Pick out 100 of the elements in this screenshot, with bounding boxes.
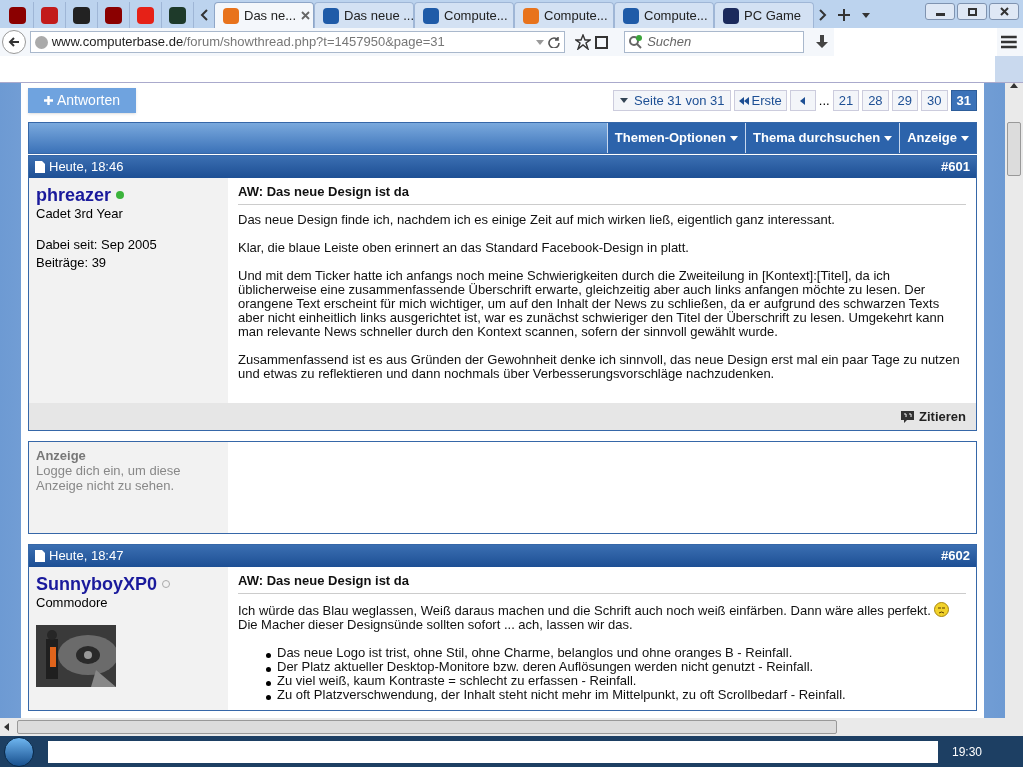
list-item-text: Der Platz aktueller Desktop-Monitore bzw. deren Auflösungen werden nicht genutzt - Reinfall. [277,660,814,674]
minimize-icon[interactable] [925,3,955,20]
page-button[interactable]: 21 [832,90,860,111]
post-paragraph: Ich würde das Blau weglassen, Weiß daraus machen und die Schrift auch noch weiß einfärben. Dann wäre alles perfekt. Die Macher dieser Designsünde sollten sofort ... ach, lassen wir das. [238,602,966,632]
reload-icon[interactable] [548,36,561,48]
browser-tab[interactable]: PC Game [714,2,814,28]
browser-tab[interactable]: Das ne... [214,2,314,28]
quote-button[interactable]: Zitieren [901,406,966,427]
browser-tab[interactable]: Compute... [514,2,614,28]
favicon-icon [223,7,239,24]
favicon-icon [323,7,339,24]
left-icon [800,96,806,105]
favicon-icon [9,6,26,24]
page-button[interactable]: 31 [950,90,977,111]
close-tab-icon[interactable] [301,11,311,20]
favicon-icon [105,6,122,24]
username-link[interactable]: phreazer [36,184,112,206]
thread-menu[interactable]: Anzeige [899,123,976,153]
favicon-icon [41,6,58,24]
smiley-icon [934,602,950,617]
favicon-icon [623,7,639,24]
user-rank: Cadet 3rd Year [36,206,124,222]
first-page-button[interactable]: Erste [734,90,787,111]
ad-notice: Logge dich ein, um diese Anzeige nicht zu sehen. [36,463,182,493]
bullet-icon [266,667,271,672]
scroll-right-icon[interactable] [819,9,827,21]
post-title: AW: Das neue Design ist da [238,185,966,205]
list-item-text: Zu viel weiß, kaum Kontraste = schlecht zu erfassen - Reinfall. [277,674,637,688]
favicon-icon [523,7,539,24]
search-input[interactable]: Suchen [647,32,800,52]
favicon-icon [137,6,154,24]
post-date: Heute, 18:47 [49,547,124,566]
menu-icon[interactable] [1001,35,1017,49]
thread-menu[interactable]: Themen-Optionen [606,123,745,153]
user-rank: Commodore [36,595,109,611]
caret-icon [961,135,969,141]
page-ellipsis: ... [818,91,830,110]
favicon-icon [73,6,90,24]
caret-icon [730,135,738,141]
browser-tab[interactable]: Compute... [414,2,514,28]
post-date: Heute, 18:46 [49,158,124,177]
browser-tab[interactable]: Das neue ... [314,2,414,28]
post-paragraph: Das neue Design finde ich, nachdem ich es einige Zeit auf mich wirken ließ, eigentlich ganz interessant. [238,213,836,227]
page-info-dropdown[interactable]: Seite 31 von 31 [613,90,732,111]
caret-icon [536,39,545,45]
reading-list-icon[interactable] [595,35,609,49]
plus-icon [44,96,53,105]
favicon-icon [723,7,739,24]
thread-menu[interactable]: Thema durchsuchen [745,123,900,153]
back-icon [7,36,20,48]
back-button[interactable] [2,30,26,54]
username-link[interactable]: SunnyboyXP0 [36,573,158,595]
bullet-icon [266,681,271,686]
post-title: AW: Das neue Design ist da [238,574,966,594]
bullet-icon [266,653,271,658]
close-icon[interactable] [989,3,1019,20]
post-paragraph: Zusammenfassend ist es aus Gründen der Gewohnheit denke ich sinnvoll, das neue Design erst mal ein paar Tage zu nutzen und etwas zu reflektieren und dann nochmals über Verbesserungsvorschläge nachzudenken. [238,353,961,381]
maximize-icon[interactable] [957,3,987,20]
document-icon [35,161,45,173]
post-paragraph: Klar, die blaue Leiste oben erinnert an das Standard Facebook-Design in platt. [238,241,690,255]
bookmark-star-icon[interactable] [575,34,592,50]
scrollbar-thumb[interactable] [17,720,837,734]
download-icon[interactable] [816,35,829,49]
favicon-icon [169,6,186,24]
previous-page-button[interactable] [789,90,816,111]
scroll-left-icon[interactable] [200,9,208,21]
globe-icon [34,35,48,49]
user-info: Dabei seit: Sep 2005 [36,236,158,254]
page-button[interactable]: 29 [891,90,919,111]
start-button[interactable] [4,736,34,767]
search-icon [629,35,644,49]
scrollbar-thumb[interactable] [1007,122,1021,176]
search-field[interactable]: Suchen [624,31,805,53]
post-number[interactable]: #602 [941,546,970,566]
scroll-left-icon[interactable] [4,723,9,731]
caret-icon [862,12,870,18]
address-field[interactable]: www.computerbase.de/forum/showthread.php?t=1457950&page=31 [29,31,566,53]
caret-icon [620,98,629,103]
bullet-icon [266,695,271,700]
list-item-text: Zu oft Platzverschwendung, der Inhalt steht nicht mehr im Mittelpunkt, zu oft Scrollbedarf - Reinfall. [277,688,846,702]
user-info: Beiträge: 39 [36,254,108,272]
list-item-text: Das neue Logo ist trist, ohne Stil, ohne Charme, belanglos und ohne oranges B - Reinfall. [277,646,793,660]
vertical-scrollbar[interactable] [1005,83,1023,718]
url-host: www.computerbase.de [51,33,184,52]
document-icon [35,550,45,562]
favicon-icon [423,7,439,24]
scroll-up-icon[interactable] [1010,83,1018,88]
browser-tab[interactable]: Compute... [614,2,714,28]
horizontal-scrollbar[interactable] [0,718,1023,736]
url-path: /forum/showthread.php?t=1457950&page=31 [183,33,445,52]
taskbar-clock: 19:30 [952,743,983,761]
page-button[interactable]: 28 [862,90,889,111]
caret-icon [884,135,893,141]
new-tab-icon[interactable] [838,9,850,21]
ad-title: Anzeige [36,448,87,463]
page-button[interactable]: 30 [921,90,948,111]
quote-icon [901,410,915,423]
post-paragraph: Und mit dem Ticker hatte ich anfangs noch meine Schwierigkeiten durch die Zweiteilung in [Kontext]:[Titel], da ich üblicherweise eine zusammenfassende Überschrift erwarte, gleichzeitig aber auch links anfangen möchte zu lesen. Der orangene Text erscheint für mich wichtiger, um auf den Inhalt der News zu schließen, da er aufgrund des schwarzen Texts aber nicht einheitlich links ausgerichtet ist, war es zunächst schwieriger den Titel der Überschrift zu lesen. Umgekehrt kann man relevante News schneller durch den Kontext scannen, sofern der sinnvoll gewählt wurde. [238,269,945,339]
double-left-icon [739,96,750,105]
post-number[interactable]: #601 [941,157,970,177]
